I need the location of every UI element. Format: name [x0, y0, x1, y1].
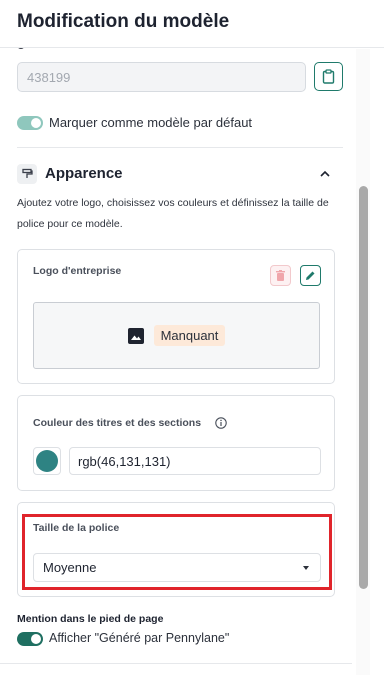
color-input[interactable]: rgb(46,131,131) — [69, 447, 321, 475]
section-description: Ajoutez votre logo, choisissez vos coule… — [17, 197, 329, 230]
chevron-up-icon[interactable] — [318, 167, 332, 181]
image-icon — [127, 327, 144, 344]
missing-badge: Manquant — [153, 325, 226, 346]
template-id-field[interactable]: 438199 — [17, 62, 306, 92]
trash-icon — [276, 270, 285, 281]
divider — [17, 147, 343, 148]
clipboard-icon — [322, 69, 335, 84]
scrollbar-thumb[interactable] — [359, 186, 368, 589]
footer-mention-title: Mention dans le pied de page — [17, 613, 164, 625]
default-template-toggle[interactable] — [17, 116, 43, 130]
page-title: Modification du modèle — [17, 11, 230, 32]
info-icon[interactable] — [215, 417, 227, 429]
color-label: Couleur des titres et des sections — [33, 417, 202, 429]
logo-card: Logo d'entreprise Manquant — [17, 249, 335, 384]
default-template-label: Marquer comme modèle par défaut — [49, 115, 253, 130]
scroll-content: g 438199 Marquer comme modèle par défaut… — [0, 0, 356, 675]
paint-icon — [17, 164, 37, 184]
pencil-icon — [306, 271, 315, 280]
edit-logo-button[interactable] — [300, 265, 321, 286]
logo-label: Logo d'entreprise — [33, 265, 122, 277]
header: Modification du modèle — [0, 0, 384, 48]
delete-logo-button[interactable] — [270, 265, 291, 286]
color-swatch[interactable] — [33, 447, 61, 475]
pennylane-mention-toggle[interactable] — [17, 632, 43, 646]
pennylane-mention-label: Afficher "Généré par Pennylane" — [49, 631, 230, 645]
section-title: Apparence — [45, 165, 123, 182]
highlight-box — [22, 514, 332, 590]
color-card: Couleur des titres et des sections rgb(4… — [17, 395, 335, 491]
logo-placeholder[interactable]: Manquant — [33, 302, 320, 369]
copy-button[interactable] — [314, 62, 343, 91]
divider — [0, 663, 352, 664]
